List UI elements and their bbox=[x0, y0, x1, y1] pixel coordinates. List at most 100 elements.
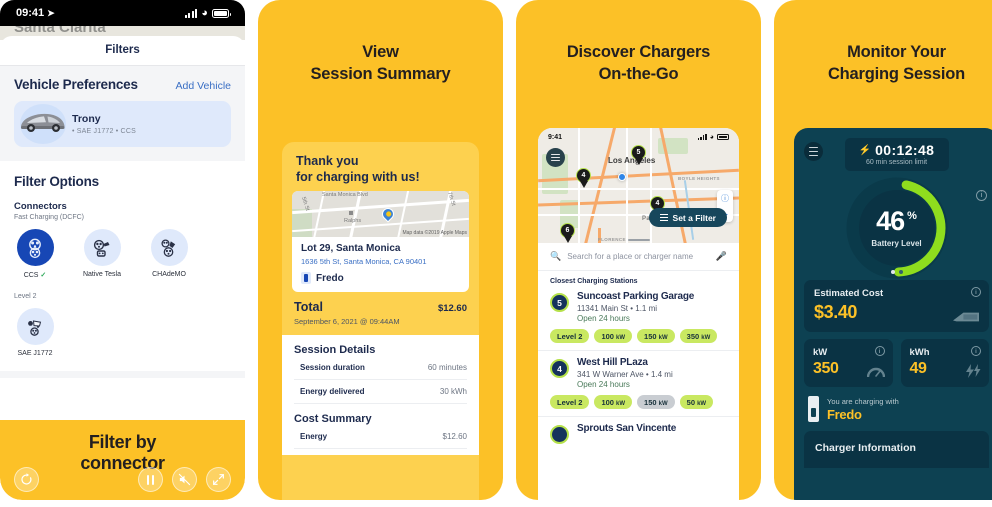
station-count-badge: 5 bbox=[550, 293, 569, 312]
search-input[interactable]: Search for a place or charger name bbox=[567, 252, 710, 261]
energy-delivered-value: 30 kWh bbox=[439, 387, 467, 396]
ccs-connector-icon bbox=[16, 229, 54, 266]
replay-button[interactable] bbox=[14, 467, 39, 492]
panel-filters-screen: 09:41 ➤ ◕ Santa Clarita Filters Vehicle … bbox=[0, 0, 245, 500]
wifi-icon: ◕ bbox=[709, 133, 714, 141]
gauge-icon bbox=[866, 367, 885, 378]
kwh-label: kWh bbox=[909, 347, 930, 358]
fast-charging-connector-list: CCS ✓ Native Tesla CHAdeMO bbox=[0, 221, 245, 279]
player-controls bbox=[0, 467, 245, 492]
station-count-badge bbox=[550, 425, 569, 444]
map-marker[interactable]: 6 bbox=[560, 223, 575, 243]
station-address: 341 W Warner Ave • 1.4 mi bbox=[577, 369, 673, 379]
info-icon[interactable]: i bbox=[976, 190, 987, 201]
vehicle-name: Trony bbox=[72, 113, 101, 125]
discover-phone-frame: 9:41 ◕ Los Angeles BOYLE HEIGHTS FLORENC… bbox=[538, 128, 739, 500]
selected-check-icon: ✓ bbox=[40, 272, 47, 279]
add-vehicle-link[interactable]: Add Vehicle bbox=[176, 80, 231, 92]
user-location-dot bbox=[618, 173, 626, 181]
connector-option-ccs[interactable]: CCS ✓ bbox=[14, 229, 56, 279]
info-icon[interactable]: ⓘ bbox=[717, 190, 733, 206]
chip-power[interactable]: 350 kW bbox=[679, 329, 718, 343]
total-value: $12.60 bbox=[437, 303, 467, 314]
location-arrow-icon: ➤ bbox=[47, 7, 55, 18]
timer-sublabel: 60 min session limit bbox=[865, 159, 928, 166]
pause-button[interactable] bbox=[138, 467, 163, 492]
panel2-title-line1: View bbox=[362, 43, 399, 61]
charger-name: Fredo bbox=[316, 272, 344, 284]
energy-delivered-key: Energy delivered bbox=[300, 387, 365, 396]
info-icon[interactable]: i bbox=[971, 346, 981, 356]
phone-status-bar: 9:41 ◕ bbox=[538, 131, 739, 143]
charging-hero: ⚡ 00:12:48 60 min session limit 46 % Bat… bbox=[794, 128, 992, 279]
info-icon[interactable]: i bbox=[874, 346, 885, 356]
location-address: 1636 5th St, Santa Monica, CA 90401 bbox=[301, 257, 427, 266]
charger-information-label: Charger Information bbox=[815, 442, 916, 454]
list-item[interactable]: 4 West Hill PLaza 341 W Warner Ave • 1.4… bbox=[538, 351, 739, 417]
menu-button[interactable] bbox=[546, 148, 565, 167]
level2-label: Level 2 bbox=[14, 293, 37, 300]
list-item[interactable]: 5 Suncoast Parking Garage 11341 Main St … bbox=[538, 285, 739, 351]
charger-plug-icon bbox=[808, 396, 819, 422]
player-caption-line1: Filter by bbox=[88, 432, 157, 452]
kw-card[interactable]: i kW 350 bbox=[804, 339, 893, 387]
panel4-title-line1: Monitor Your bbox=[847, 43, 946, 61]
location-card: 5th St Santa Monica Blvd 7th St Ralphs M… bbox=[292, 191, 469, 292]
bolt-icon: ⚡ bbox=[858, 144, 872, 156]
search-bar[interactable]: 🔍 Search for a place or charger name 🎤 bbox=[538, 243, 739, 271]
connector-option-sae-j1772[interactable]: SAE J1772 bbox=[14, 308, 56, 357]
pause-icon bbox=[146, 474, 155, 485]
panel-monitor-charging: Monitor Your Charging Session ⚡ 00:12:48… bbox=[774, 0, 992, 500]
fullscreen-button[interactable] bbox=[206, 467, 231, 492]
vehicle-card[interactable]: Trony • SAE J1772 • CCS bbox=[14, 101, 231, 147]
info-icon[interactable]: i bbox=[971, 287, 981, 297]
chip-power[interactable]: 100 kW bbox=[594, 395, 633, 409]
video-player-overlay: Filter by connector bbox=[0, 420, 245, 500]
chip-level2[interactable]: Level 2 bbox=[550, 395, 590, 409]
map-street-top: Santa Monica Blvd bbox=[322, 192, 368, 198]
carousel-dots[interactable] bbox=[890, 270, 903, 274]
fullscreen-icon bbox=[213, 474, 224, 485]
charging-with-row: You are charging with Fredo bbox=[804, 387, 989, 422]
connector-option-native-tesla[interactable]: Native Tesla bbox=[81, 229, 123, 279]
wifi-icon: ◕ bbox=[201, 6, 208, 19]
location-name: Lot 29, Santa Monica bbox=[301, 243, 401, 254]
filter-options-heading: Filter Options bbox=[14, 174, 99, 189]
session-map[interactable]: 5th St Santa Monica Blvd 7th St Ralphs M… bbox=[292, 191, 469, 237]
charger-information-section[interactable]: Charger Information bbox=[804, 431, 989, 468]
connector-label-native-tesla: Native Tesla bbox=[82, 271, 121, 278]
station-chips: Level 2 100 kW 150 kW 350 kW bbox=[538, 323, 739, 351]
menu-button[interactable] bbox=[804, 142, 823, 161]
charger-map[interactable]: 9:41 ◕ Los Angeles BOYLE HEIGHTS FLORENC… bbox=[538, 128, 739, 243]
chip-power-disabled[interactable]: 150 kW bbox=[637, 395, 675, 409]
microphone-icon[interactable]: 🎤 bbox=[716, 251, 727, 262]
search-icon: 🔍 bbox=[550, 251, 562, 261]
thank-you-block: Thank you for charging with us! bbox=[282, 142, 479, 191]
chip-level2[interactable]: Level 2 bbox=[550, 329, 590, 343]
mute-button[interactable] bbox=[172, 467, 197, 492]
map-area-boyle-heights: BOYLE HEIGHTS bbox=[678, 176, 720, 181]
chip-power[interactable]: 150 kW bbox=[637, 329, 675, 343]
kwh-card[interactable]: i kWh 49 bbox=[900, 339, 989, 387]
cellular-signal-icon bbox=[697, 134, 707, 140]
set-filter-button[interactable]: Set a Filter bbox=[648, 208, 727, 227]
station-chips: Level 2 100 kW 150 kW 50 kW bbox=[538, 389, 739, 417]
connector-option-chademo[interactable]: CHAdeMO bbox=[148, 229, 190, 279]
list-item[interactable]: Sprouts San Vincente bbox=[538, 417, 739, 444]
sheet-grabber[interactable] bbox=[627, 238, 650, 241]
filters-bottom-sheet: Filters Vehicle Preferences Add Vehicle bbox=[0, 36, 245, 378]
chip-power[interactable]: 100 kW bbox=[594, 329, 633, 343]
estimated-cost-card[interactable]: i Estimated Cost $3.40 bbox=[804, 280, 989, 332]
chip-power[interactable]: 50 kW bbox=[679, 395, 714, 409]
total-date: September 6, 2021 @ 09:44AM bbox=[294, 317, 400, 326]
map-marker[interactable]: 5 bbox=[631, 145, 646, 165]
panel-discover-chargers: Discover Chargers On-the-Go 9:41 ◕ Los A… bbox=[516, 0, 761, 500]
session-duration-key: Session duration bbox=[300, 363, 365, 372]
cost-summary-heading: Cost Summary bbox=[294, 413, 372, 425]
map-marker[interactable]: 4 bbox=[576, 168, 591, 188]
panel2-title: View Session Summary bbox=[258, 0, 503, 86]
vehicle-connectors: • SAE J1772 • CCS bbox=[72, 128, 136, 135]
summary-body: Session Details Session duration 60 minu… bbox=[282, 335, 479, 455]
sheet-title: Filters bbox=[0, 36, 245, 66]
battery-percent-value: 46 bbox=[876, 206, 905, 236]
